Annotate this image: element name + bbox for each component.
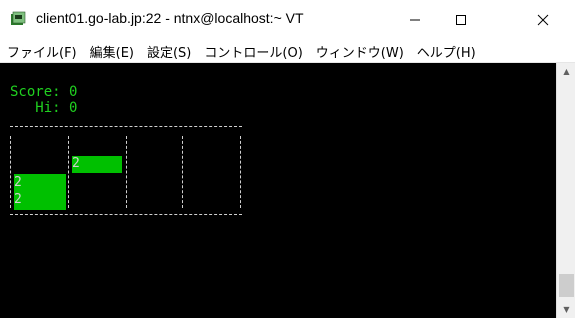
game-board: 2 2 2	[10, 126, 242, 219]
maximize-icon	[456, 15, 466, 25]
board-bottom-border	[10, 214, 242, 215]
menu-help[interactable]: ヘルプ(H)	[410, 42, 482, 61]
menu-bar: ファイル(F) 編集(E) 設定(S) コントロール(O) ウィンドウ(W) ヘ…	[0, 40, 575, 63]
score-label: Score: 0	[10, 84, 78, 100]
minimize-button[interactable]	[392, 0, 438, 40]
board-top-border	[10, 126, 242, 127]
menu-settings[interactable]: 設定(S)	[140, 42, 197, 61]
board-divider	[240, 136, 241, 208]
menu-file[interactable]: ファイル(F)	[0, 42, 83, 61]
terminal-app-icon	[10, 11, 26, 27]
board-divider	[10, 136, 11, 208]
board-divider	[126, 136, 127, 208]
menu-edit[interactable]: 編集(E)	[83, 42, 140, 61]
scroll-up-icon[interactable]: ▲	[557, 63, 575, 80]
board-divider	[182, 136, 183, 208]
title-bar[interactable]: client01.go-lab.jp:22 - ntnx@localhost:~…	[0, 0, 575, 40]
menu-control[interactable]: コントロール(O)	[197, 42, 308, 61]
menu-window[interactable]: ウィンドウ(W)	[309, 42, 410, 61]
window-title: client01.go-lab.jp:22 - ntnx@localhost:~…	[36, 10, 304, 26]
scroll-thumb[interactable]	[559, 274, 574, 297]
tile-value: 2	[14, 192, 22, 207]
tile-value: 2	[72, 156, 80, 171]
minimize-icon	[410, 19, 420, 21]
scroll-down-icon[interactable]: ▼	[557, 301, 575, 318]
board-divider	[68, 136, 69, 208]
maximize-button[interactable]	[438, 0, 484, 40]
terminal-screen[interactable]: Score: 0 Hi: 0 2 2 2	[0, 63, 556, 318]
vertical-scrollbar[interactable]: ▲ ▼	[556, 63, 575, 318]
close-button[interactable]	[520, 0, 566, 40]
tile-value: 2	[14, 175, 22, 190]
close-icon	[537, 14, 549, 26]
hi-score-label: Hi: 0	[10, 100, 78, 116]
